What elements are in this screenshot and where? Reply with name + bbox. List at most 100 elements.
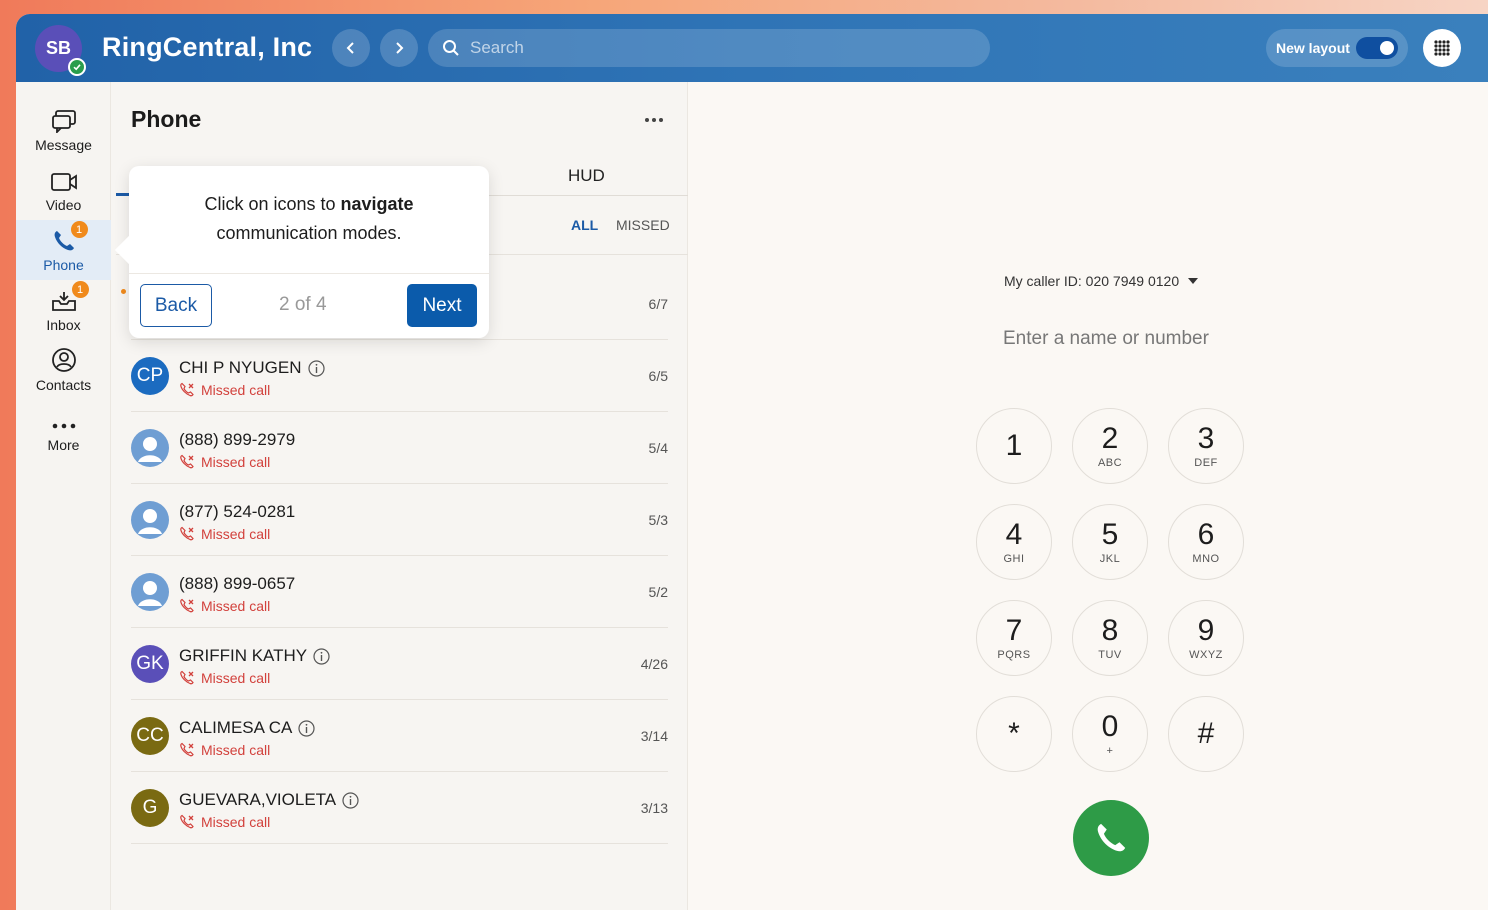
search-placeholder: Search	[470, 38, 524, 57]
key-letters: GHI	[1003, 553, 1025, 565]
keypad-key-1[interactable]: 1	[976, 408, 1052, 484]
next-button[interactable]: Next	[407, 284, 477, 327]
nav-item-contacts[interactable]: Contacts	[16, 340, 111, 400]
row-date: 5/2	[648, 584, 668, 600]
back-nav-button[interactable]	[332, 29, 370, 67]
contact-name-text: (888) 899-0657	[179, 574, 296, 593]
nav-item-message[interactable]: Message	[16, 100, 111, 160]
onboarding-tooltip: Click on icons to navigate communication…	[114, 166, 489, 338]
keypad-key-3[interactable]: 3 DEF	[1168, 408, 1244, 484]
call-status-text: Missed call	[201, 382, 271, 398]
call-status: Missed call	[179, 382, 270, 398]
key-letters: WXYZ	[1189, 649, 1223, 661]
more-horizontal-icon	[645, 118, 663, 122]
number-input[interactable]: Enter a name or number	[1003, 328, 1209, 350]
table-row[interactable]: G GUEVARA,VIOLETA Missed call 3/13	[131, 772, 668, 844]
new-layout-toggle[interactable]: New layout	[1266, 29, 1408, 67]
missed-call-icon	[179, 742, 195, 758]
keypad-key-6[interactable]: 6 MNO	[1168, 504, 1244, 580]
filter-all[interactable]: ALL	[571, 217, 598, 233]
message-icon	[51, 107, 77, 133]
keypad-key-2[interactable]: 2 ABC	[1072, 408, 1148, 484]
grid-dots-icon	[1434, 40, 1450, 56]
filter-missed[interactable]: MISSED	[616, 217, 670, 233]
avatar-initials: G	[142, 797, 158, 818]
keypad-key-5[interactable]: 5 JKL	[1072, 504, 1148, 580]
call-status: Missed call	[179, 742, 270, 758]
missed-call-icon	[179, 454, 195, 470]
keypad-key-star[interactable]: *	[976, 696, 1052, 772]
tooltip-text: Click on icons to navigate communication…	[129, 190, 489, 248]
key-digit: 3	[1197, 422, 1215, 455]
call-button[interactable]	[1073, 800, 1149, 876]
info-icon[interactable]	[298, 719, 315, 737]
contact-name-text: CALIMESA CA	[179, 718, 293, 737]
missed-call-icon	[179, 526, 195, 542]
key-digit: 4	[1005, 518, 1023, 551]
table-row[interactable]: (877) 524-0281 Missed call 5/3	[131, 484, 668, 556]
row-date: 5/4	[648, 440, 668, 456]
tooltip-text-bold: navigate	[340, 194, 414, 214]
call-status: Missed call	[179, 526, 270, 542]
key-letters: TUV	[1098, 649, 1122, 661]
key-letters: ABC	[1097, 457, 1123, 469]
more-options-button[interactable]	[644, 106, 664, 129]
avatar-initials: GK	[136, 653, 164, 674]
caller-id-selector[interactable]: My caller ID: 020 7949 0120	[1004, 273, 1199, 289]
info-icon[interactable]	[342, 791, 359, 809]
search-bar[interactable]: Search	[428, 29, 990, 67]
nav-item-more[interactable]: More	[16, 400, 111, 460]
keypad-key-0[interactable]: 0 +	[1072, 696, 1148, 772]
search-icon	[443, 40, 459, 56]
info-icon[interactable]	[313, 647, 330, 665]
avatar-initials: SB	[45, 38, 71, 58]
call-status-text: Missed call	[201, 670, 271, 686]
contact-name-text: (888) 899-2979	[179, 430, 296, 449]
nav-item-video[interactable]: Video	[16, 160, 111, 220]
toggle-switch[interactable]	[1355, 37, 1398, 59]
step-indicator: 2 of 4	[279, 294, 327, 315]
row-date: 4/26	[640, 656, 668, 672]
company-name: RingCentral, Inc	[102, 32, 313, 62]
page-title: Phone	[131, 106, 202, 132]
table-row[interactable]: GK GRIFFIN KATHY Missed call 4/26	[131, 628, 668, 700]
call-status: Missed call	[179, 598, 270, 614]
video-icon	[50, 167, 78, 193]
call-status-text: Missed call	[201, 598, 271, 614]
missed-call-icon	[179, 814, 195, 830]
nav-item-phone[interactable]: 1 Phone	[16, 220, 111, 280]
keypad-key-hash[interactable]: #	[1168, 696, 1244, 772]
keypad-key-8[interactable]: 8 TUV	[1072, 600, 1148, 676]
missed-call-icon	[179, 382, 195, 398]
keypad-key-4[interactable]: 4 GHI	[976, 504, 1052, 580]
call-status: Missed call	[179, 814, 270, 830]
call-status-text: Missed call	[201, 742, 271, 758]
user-avatar[interactable]: SB	[35, 25, 86, 76]
row-date: 3/13	[640, 800, 668, 816]
contact-name-text: GRIFFIN KATHY	[179, 646, 308, 665]
key-digit: 0	[1101, 710, 1119, 743]
forward-nav-button[interactable]	[380, 29, 418, 67]
back-button[interactable]: Back	[140, 284, 212, 327]
nav-item-inbox[interactable]: 1 Inbox	[16, 280, 111, 340]
keypad-key-7[interactable]: 7 PQRS	[976, 600, 1052, 676]
table-row[interactable]: (888) 899-2979 Missed call 5/4	[131, 412, 668, 484]
table-row[interactable]: (888) 899-0657 Missed call 5/2	[131, 556, 668, 628]
key-letters: +	[1106, 745, 1114, 757]
avatar: CP	[131, 357, 169, 395]
apps-button[interactable]	[1423, 29, 1461, 67]
call-status-text: Missed call	[201, 526, 271, 542]
avatar-initials: CP	[136, 365, 164, 386]
nav-label-phone: Phone	[43, 257, 84, 273]
table-row[interactable]: CP CHI P NYUGEN Missed call 6/5	[131, 340, 668, 412]
tab-hud[interactable]: HUD	[568, 166, 605, 186]
phone-icon: 1	[52, 221, 88, 253]
keypad-key-9[interactable]: 9 WXYZ	[1168, 600, 1244, 676]
active-tab-indicator	[116, 193, 130, 196]
call-status: Missed call	[179, 670, 270, 686]
info-icon[interactable]	[307, 359, 325, 377]
table-row[interactable]: CC CALIMESA CA Missed call 3/14	[131, 700, 668, 772]
call-status: Missed call	[179, 454, 270, 470]
top-bar: SB RingCentral, Inc Search New layout	[16, 14, 1488, 82]
avatar-person-icon	[131, 501, 169, 539]
